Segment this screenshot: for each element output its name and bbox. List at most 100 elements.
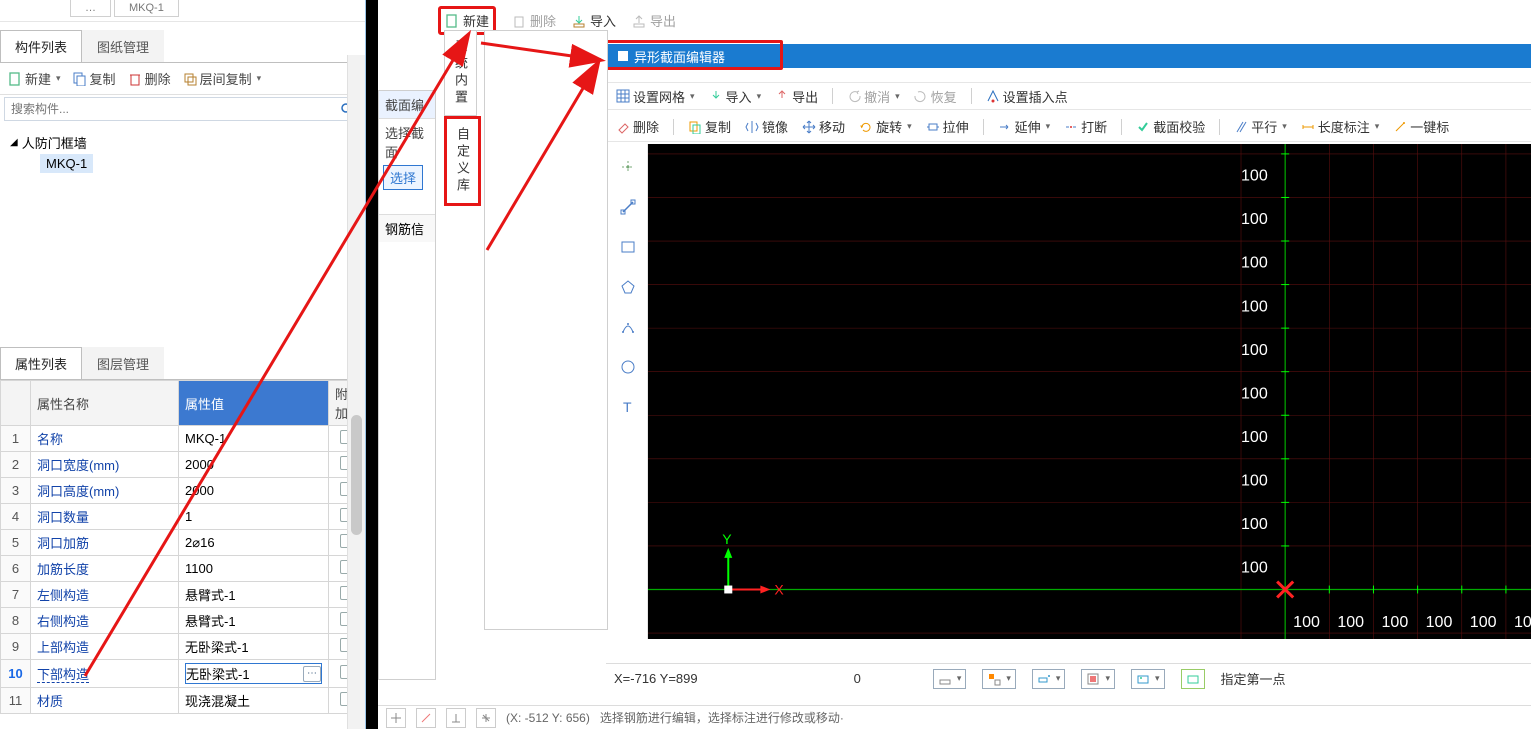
status-hint: 指定第一点: [1221, 669, 1286, 688]
table-row[interactable]: 8右侧构造悬臂式-1: [1, 608, 365, 634]
export-button[interactable]: 导出: [775, 87, 818, 106]
snap-menu-3[interactable]: ▾: [1032, 669, 1066, 689]
context-tab[interactable]: …: [70, 0, 111, 17]
extend-button[interactable]: 延伸▾: [998, 117, 1051, 136]
select-section-button[interactable]: 选择: [383, 165, 423, 190]
stretch-button[interactable]: 拉伸: [926, 117, 969, 136]
tool-arc[interactable]: [615, 314, 641, 340]
section-edit-label: 截面编: [379, 91, 435, 119]
redo-button: 恢复: [914, 87, 957, 106]
vtab-system[interactable]: 系统内置: [444, 31, 477, 116]
delete-button[interactable]: 删除: [616, 117, 659, 136]
rebar-info-label: 钢筋信: [379, 214, 435, 242]
svg-text:100: 100: [1293, 614, 1320, 631]
snap-menu-5[interactable]: ▾: [1131, 669, 1165, 689]
tree-child[interactable]: MKQ-1: [40, 154, 93, 173]
svg-text:100: 100: [1241, 342, 1268, 359]
snap-menu-2[interactable]: ▾: [982, 669, 1016, 689]
svg-text:100: 100: [1470, 614, 1497, 631]
export-icon: [632, 14, 646, 28]
tab-layer-mgmt[interactable]: 图层管理: [82, 347, 164, 379]
grid-settings-button[interactable]: 设置网格▾: [616, 87, 695, 106]
export-icon: [775, 89, 789, 103]
svg-text:T: T: [623, 399, 632, 415]
tool-rect[interactable]: [615, 234, 641, 260]
copy-button[interactable]: 复制: [688, 117, 731, 136]
parallel-button[interactable]: 平行▾: [1234, 117, 1287, 136]
import-icon: [572, 14, 586, 28]
import-button[interactable]: 导入: [572, 11, 616, 30]
file-icon: [445, 14, 459, 28]
tree-root[interactable]: ◢ 人防门框墙: [10, 131, 355, 154]
import-icon: [709, 89, 723, 103]
table-row[interactable]: 7左侧构造悬臂式-1: [1, 582, 365, 608]
vtab-custom[interactable]: 自定义库: [444, 116, 481, 206]
undo-button: 撤消▾: [847, 87, 900, 106]
tool-polygon[interactable]: [615, 274, 641, 300]
table-row[interactable]: 10下部构造无卧梁式-1⋯: [1, 660, 365, 688]
layer-copy-icon: [183, 72, 197, 86]
eraser-icon: [616, 120, 630, 134]
svg-text:100: 100: [1241, 211, 1268, 228]
tab-component-list[interactable]: 构件列表: [0, 30, 82, 62]
snap-menu-1[interactable]: ▾: [933, 669, 967, 689]
table-row[interactable]: 6加筋长度1100: [1, 556, 365, 582]
svg-text:100: 100: [1381, 614, 1408, 631]
wand-icon: [1393, 120, 1407, 134]
rotate-button[interactable]: 旋转▾: [859, 117, 912, 136]
delete-button[interactable]: 删除: [128, 69, 171, 88]
table-row[interactable]: 9上部构造无卧梁式-1: [1, 634, 365, 660]
status-btn-4[interactable]: [476, 708, 496, 728]
redo-icon: [914, 89, 928, 103]
tab-drawing-mgmt[interactable]: 图纸管理: [82, 30, 164, 62]
table-row[interactable]: 5洞口加筋2⌀16: [1, 530, 365, 556]
svg-text:100: 100: [1241, 429, 1268, 446]
tool-text[interactable]: T: [615, 394, 641, 420]
move-button[interactable]: 移动: [802, 117, 845, 136]
file-icon: [8, 72, 22, 86]
export-button: 导出: [632, 11, 676, 30]
table-row[interactable]: 2洞口宽度(mm)2000: [1, 452, 365, 478]
rotate-icon: [859, 120, 873, 134]
svg-text:100: 100: [1426, 614, 1453, 631]
layer-copy-button[interactable]: 层间复制▾: [183, 69, 262, 88]
search-input[interactable]: [11, 102, 340, 116]
tab-property-list[interactable]: 属性列表: [0, 347, 82, 379]
snap-menu-4[interactable]: ▾: [1081, 669, 1115, 689]
tool-line[interactable]: [615, 194, 641, 220]
left-scrollbar[interactable]: [347, 55, 365, 729]
property-table: 属性名称 属性值 附加 1名称MKQ-12洞口宽度(mm)20003洞口高度(m…: [0, 380, 365, 714]
table-row[interactable]: 4洞口数量1: [1, 504, 365, 530]
new-button[interactable]: 新建▾: [8, 69, 61, 88]
context-tab[interactable]: MKQ-1: [114, 0, 179, 17]
verify-button[interactable]: 截面校验: [1136, 117, 1205, 136]
copy-icon: [688, 120, 702, 134]
tool-point[interactable]: [615, 154, 641, 180]
move-icon: [802, 120, 816, 134]
length-annot-button[interactable]: 长度标注▾: [1301, 117, 1380, 136]
status-btn-1[interactable]: [386, 708, 406, 728]
delete-icon: [512, 14, 526, 28]
drawing-canvas[interactable]: 1001001001001001001001001001001001001001…: [648, 144, 1531, 639]
table-row[interactable]: 1名称MKQ-1: [1, 426, 365, 452]
tool-circle[interactable]: [615, 354, 641, 380]
svg-text:100: 100: [1241, 298, 1268, 315]
insert-point-button[interactable]: 设置插入点: [986, 87, 1068, 106]
copy-button[interactable]: 复制: [73, 69, 116, 88]
window-icon: [618, 51, 628, 61]
copy-icon: [73, 72, 87, 86]
svg-text:100: 100: [1514, 614, 1531, 631]
stretch-icon: [926, 120, 940, 134]
snap-menu-6[interactable]: [1181, 669, 1205, 689]
status-btn-2[interactable]: [416, 708, 436, 728]
oneclick-button[interactable]: 一键标: [1393, 117, 1449, 136]
svg-text:100: 100: [1337, 614, 1364, 631]
break-button[interactable]: 打断: [1064, 117, 1107, 136]
table-row[interactable]: 11材质现浇混凝土: [1, 688, 365, 714]
table-row[interactable]: 3洞口高度(mm)2000: [1, 478, 365, 504]
status-message: 选择钢筋进行编辑，选择标注进行修改或移动·: [600, 709, 844, 726]
import-button[interactable]: 导入▾: [709, 87, 762, 106]
mirror-button[interactable]: 镜像: [745, 117, 788, 136]
status-btn-3[interactable]: [446, 708, 466, 728]
more-button[interactable]: ⋯: [303, 666, 321, 682]
